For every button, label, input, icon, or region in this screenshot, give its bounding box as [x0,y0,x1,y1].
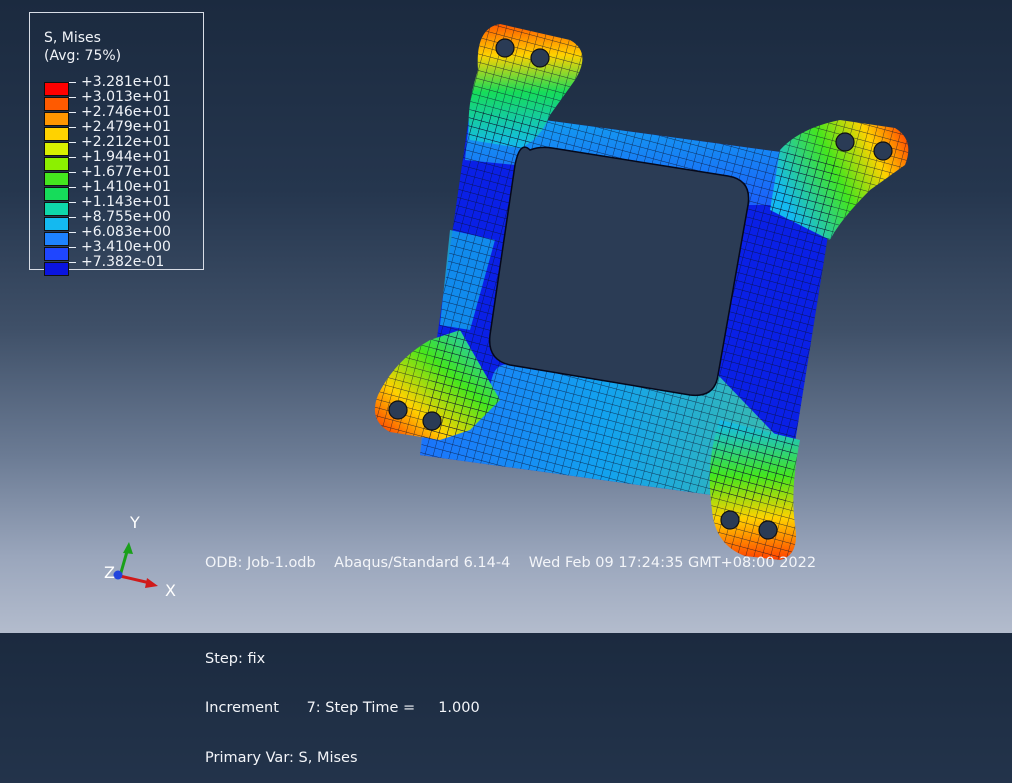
legend-value: +8.755e+00 [81,209,171,225]
legend-swatch [44,232,69,246]
legend-swatch [44,112,69,126]
primary-var-line: Primary Var: S, Mises [205,749,358,766]
legend-subtitle: (Avg: 75%) [44,48,122,64]
legend-tick [69,97,76,98]
legend-swatch [44,157,69,171]
legend-value: +1.410e+01 [81,179,171,195]
legend-tick [69,187,76,188]
bolt-hole [530,48,550,68]
mesh-plate [374,24,909,560]
legend-tick [69,262,76,263]
y-axis-arrowhead [123,542,133,554]
legend-value: +2.746e+01 [81,104,171,120]
axis-triad: Y X Z [104,513,176,600]
legend-swatch [44,127,69,141]
legend-swatch [44,247,69,261]
legend-value: +3.281e+01 [81,74,171,90]
legend-value: +2.479e+01 [81,119,171,135]
legend-swatch [44,217,69,231]
contour-legend: S, Mises (Avg: 75%) +3.281e+01 +3.013e+01… [29,12,204,276]
bolt-hole [873,141,893,161]
step-line: Step: fix [205,650,266,667]
bolt-hole [388,400,408,420]
plate-inner-cutout [488,146,750,397]
legend-swatch [44,187,69,201]
increment-line: Increment 7: Step Time = 1.000 [205,700,480,716]
legend-tick [69,112,76,113]
legend-tick [69,202,76,203]
legend-tick [69,82,76,83]
x-axis-label: X [165,581,176,600]
legend-swatch [44,202,69,216]
bolt-hole [422,411,442,431]
legend-tick [69,217,76,218]
y-axis-label: Y [129,513,140,532]
legend-value: +6.083e+00 [81,224,171,240]
legend-tick [69,172,76,173]
legend-value: +7.382e-01 [81,254,165,270]
x-axis-arrowhead [145,578,158,588]
legend-value: +2.212e+01 [81,134,171,150]
legend-swatch [44,97,69,111]
bolt-hole [835,132,855,152]
legend-swatch [44,82,69,96]
odb-header-line: ODB: Job-1.odb Abaqus/Standard 6.14-4 We… [205,555,817,571]
legend-swatch [44,262,69,276]
legend-value: +3.410e+00 [81,239,171,255]
legend-value: +1.677e+01 [81,164,171,180]
x-axis-arrow [119,574,151,585]
legend-title: S, Mises [44,30,101,46]
legend-tick [69,232,76,233]
legend-tick [69,247,76,248]
odb-info-block: ODB: Job-1.odb Abaqus/Standard 6.14-4 We… [205,522,816,783]
legend-swatch [44,142,69,156]
z-axis-label: Z [104,563,115,582]
bolt-hole [495,38,515,58]
legend-tick [69,142,76,143]
legend-value: +1.944e+01 [81,149,171,165]
legend-value: +3.013e+01 [81,89,171,105]
legend-tick [69,157,76,158]
legend-tick [69,127,76,128]
legend-swatch [44,172,69,186]
legend-value: +1.143e+01 [81,194,171,210]
